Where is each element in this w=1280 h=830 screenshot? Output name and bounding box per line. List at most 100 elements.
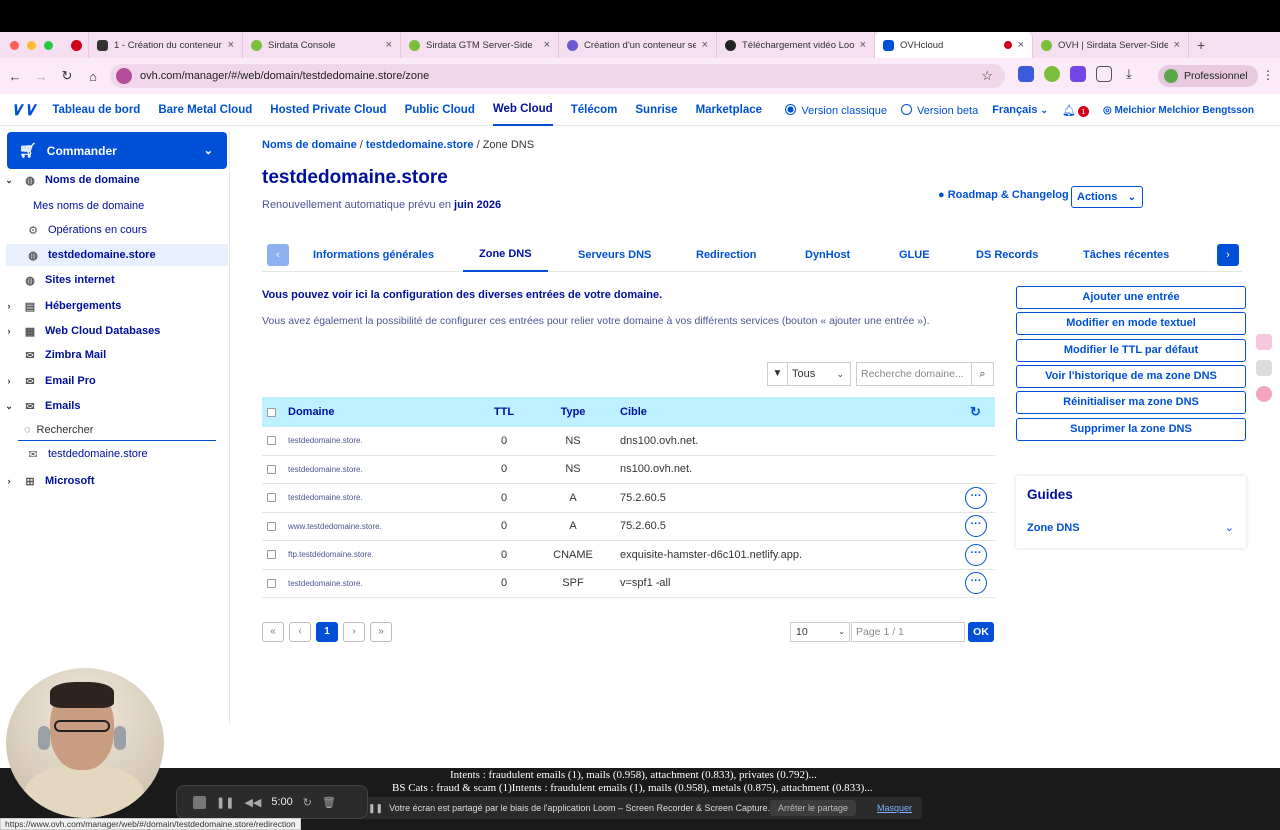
reload-icon[interactable]: ↻ bbox=[56, 68, 78, 84]
url-bar[interactable]: ovh.com/manager/#/web/domain/testdedomai… bbox=[110, 64, 1005, 88]
sidebar-item-emails[interactable]: ⌄ ✉ Emails bbox=[0, 395, 228, 417]
zone-history-button[interactable]: Voir l'historique de ma zone DNS bbox=[1016, 365, 1246, 388]
tab-glue[interactable]: GLUE bbox=[899, 242, 930, 272]
page-input[interactable]: Page 1 / 1 bbox=[851, 622, 965, 642]
new-tab-icon[interactable]: + bbox=[1197, 37, 1205, 53]
page-ok-button[interactable]: OK bbox=[968, 622, 994, 642]
tab-ds-records[interactable]: DS Records bbox=[976, 242, 1038, 272]
version-classic-radio[interactable]: Version classique bbox=[785, 103, 887, 117]
browser-tab[interactable]: 1 - Création du conteneur ... × bbox=[89, 32, 243, 58]
sidebar-item-zimbra[interactable]: ✉ Zimbra Mail bbox=[0, 344, 228, 366]
nav-sunrise[interactable]: Sunrise bbox=[635, 94, 677, 126]
back-icon[interactable]: ← bbox=[4, 69, 26, 84]
reset-zone-button[interactable]: Réinitialiser ma zone DNS bbox=[1016, 391, 1246, 414]
sidebar-item-databases[interactable]: › ▦ Web Cloud Databases bbox=[0, 320, 228, 342]
close-tab-icon[interactable]: × bbox=[860, 39, 866, 51]
language-select[interactable]: Français ⌄ bbox=[992, 104, 1048, 116]
nav-marketplace[interactable]: Marketplace bbox=[696, 94, 762, 126]
browser-tab[interactable]: Sirdata Console × bbox=[243, 32, 401, 58]
browser-tab[interactable]: Téléchargement vidéo Loo... × bbox=[717, 32, 875, 58]
ovh-logo[interactable]: ∨∨ bbox=[10, 99, 36, 120]
user-menu[interactable]: ◎ Melchior Melchior Bengtsson bbox=[1103, 105, 1254, 116]
row-checkbox[interactable] bbox=[267, 550, 276, 560]
home-icon[interactable]: ⌂ bbox=[82, 69, 104, 84]
sidebar-item-operations[interactable]: ⚙ Opérations en cours bbox=[0, 219, 228, 241]
add-entry-button[interactable]: Ajouter une entrée bbox=[1016, 286, 1246, 309]
assistant-icon[interactable] bbox=[1256, 386, 1272, 402]
column-header-domain[interactable]: Domaine bbox=[288, 406, 334, 418]
row-checkbox[interactable] bbox=[267, 578, 276, 588]
apps-icon[interactable] bbox=[1256, 360, 1272, 376]
current-page-button[interactable]: 1 bbox=[316, 622, 338, 642]
forward-icon[interactable]: → bbox=[30, 69, 52, 84]
puzzle-icon[interactable] bbox=[1096, 66, 1112, 82]
nav-dashboard[interactable]: Tableau de bord bbox=[52, 94, 140, 126]
browser-tab[interactable]: Création d'un conteneur se... × bbox=[559, 32, 717, 58]
breadcrumb-link[interactable]: Noms de domaine bbox=[262, 139, 357, 151]
breadcrumb-link[interactable]: testdedomaine.store bbox=[366, 139, 474, 151]
sidebar-item-my-domains[interactable]: Mes noms de domaine bbox=[0, 195, 228, 217]
notifications-button[interactable]: 🔔︎ 1 bbox=[1062, 104, 1090, 117]
chevron-right-icon[interactable]: › bbox=[1, 326, 17, 336]
row-checkbox[interactable] bbox=[267, 521, 276, 531]
tab-redirection[interactable]: Redirection bbox=[696, 242, 757, 272]
row-checkbox[interactable] bbox=[267, 464, 276, 474]
tabs-scroll-left-button[interactable]: ‹ bbox=[267, 244, 289, 266]
stop-recording-icon[interactable] bbox=[193, 795, 206, 809]
pinned-tab[interactable] bbox=[65, 32, 89, 58]
tabs-scroll-right-button[interactable]: › bbox=[1217, 244, 1239, 266]
row-actions-menu-icon[interactable]: ··· bbox=[965, 486, 987, 509]
column-header-ttl[interactable]: TTL bbox=[482, 406, 526, 418]
close-tab-icon[interactable]: × bbox=[386, 39, 392, 51]
profile-button[interactable]: Professionnel bbox=[1158, 65, 1258, 87]
browser-tab-active[interactable]: OVHcloud × bbox=[875, 32, 1033, 58]
chevron-down-icon[interactable]: ⌄ bbox=[1225, 521, 1234, 534]
sidebar-item-testdedomaine[interactable]: ◍ testdedomaine.store bbox=[6, 244, 228, 266]
restart-icon[interactable]: ↻ bbox=[303, 796, 312, 809]
column-header-type[interactable]: Type bbox=[547, 406, 599, 418]
roadmap-link[interactable]: ● Roadmap & Changelog bbox=[938, 189, 1069, 201]
tab-dynhost[interactable]: DynHost bbox=[805, 242, 850, 272]
next-page-button[interactable]: › bbox=[343, 622, 365, 642]
sidebar-item-email-pro[interactable]: › ✉ Email Pro bbox=[0, 370, 228, 392]
prev-page-button[interactable]: ‹ bbox=[289, 622, 311, 642]
site-info-icon[interactable] bbox=[116, 68, 132, 84]
edit-text-mode-button[interactable]: Modifier en mode textuel bbox=[1016, 312, 1246, 335]
browser-tab[interactable]: OVH | Sirdata Server-Side × bbox=[1033, 32, 1189, 58]
delete-zone-button[interactable]: Supprimer la zone DNS bbox=[1016, 418, 1246, 441]
sidebar-item-domains[interactable]: ⌄ ◍ Noms de domaine bbox=[0, 169, 228, 191]
row-actions-menu-icon[interactable]: ··· bbox=[965, 515, 987, 538]
order-button[interactable]: 🛒︎ Commander ⌄ bbox=[7, 132, 227, 169]
nav-telecom[interactable]: Télécom bbox=[571, 94, 618, 126]
sidebar-search-input[interactable]: ◌ Rechercher bbox=[18, 420, 216, 441]
select-all-checkbox[interactable] bbox=[267, 407, 276, 417]
close-tab-icon[interactable]: × bbox=[702, 39, 708, 51]
download-icon[interactable]: ⤓ bbox=[1126, 66, 1132, 82]
minimize-window-button[interactable] bbox=[27, 40, 36, 50]
tab-dns-zone[interactable]: Zone DNS bbox=[463, 242, 548, 272]
guide-dns-zone[interactable]: Zone DNS bbox=[1027, 522, 1080, 534]
trash-icon[interactable]: 🗑︎ bbox=[322, 796, 336, 809]
sidebar-item-microsoft[interactable]: › ⊞ Microsoft bbox=[0, 470, 228, 492]
chevron-right-icon[interactable]: › bbox=[1, 301, 17, 311]
actions-dropdown[interactable]: Actions ⌄ bbox=[1071, 186, 1143, 208]
rewind-icon[interactable]: ◀◀ bbox=[244, 796, 261, 809]
refresh-icon[interactable]: ↻ bbox=[970, 404, 981, 420]
version-beta-radio[interactable]: Version beta bbox=[901, 103, 978, 117]
pause-icon[interactable]: ❚❚ bbox=[216, 796, 234, 809]
nav-web-cloud[interactable]: Web Cloud bbox=[492, 94, 553, 126]
last-page-button[interactable]: » bbox=[370, 622, 392, 642]
row-actions-menu-icon[interactable]: ··· bbox=[965, 543, 987, 566]
webcam-bubble[interactable] bbox=[6, 668, 164, 818]
chevron-down-icon[interactable]: ⌄ bbox=[1, 401, 17, 412]
type-filter-select[interactable]: ▼ Tous ⌄ bbox=[767, 362, 851, 386]
sidebar-item-websites[interactable]: ◍ Sites internet bbox=[0, 269, 228, 291]
extension-icon[interactable] bbox=[1070, 66, 1086, 82]
stop-sharing-button[interactable]: Arrêter le partage bbox=[770, 800, 857, 816]
close-tab-icon[interactable]: × bbox=[1174, 39, 1180, 51]
browser-tab[interactable]: Sirdata GTM Server-Side × bbox=[401, 32, 559, 58]
sidebar-item-hosting[interactable]: › ▤ Hébergements bbox=[0, 295, 228, 317]
gift-icon[interactable] bbox=[1256, 334, 1272, 350]
nav-hosted-private-cloud[interactable]: Hosted Private Cloud bbox=[270, 94, 386, 126]
chevron-down-icon[interactable]: ⌄ bbox=[1, 175, 17, 186]
